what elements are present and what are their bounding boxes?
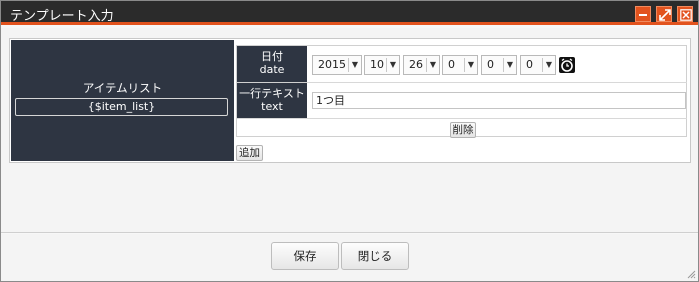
- text-label-jp: 一行テキスト: [239, 87, 305, 100]
- date-header: 日付 date: [237, 46, 307, 82]
- minimize-icon[interactable]: [635, 6, 651, 22]
- month-select[interactable]: 10 ▼: [364, 55, 400, 75]
- row-divider: [307, 82, 687, 83]
- item-list-label: アイテムリスト: [82, 81, 163, 95]
- hour-select[interactable]: 0 ▼: [442, 55, 478, 75]
- date-label-jp: 日付: [261, 50, 283, 63]
- template-input-dialog: テンプレート入力 アイテムリスト {$item_list} 日付 date 一行…: [0, 0, 699, 282]
- close-icon[interactable]: [677, 6, 693, 22]
- chevron-down-icon: ▼: [545, 60, 552, 69]
- item-list-variable: {$item_list}: [15, 98, 228, 116]
- chevron-down-icon: ▼: [506, 60, 513, 69]
- day-value: 26: [409, 58, 423, 71]
- maximize-icon[interactable]: [656, 6, 672, 22]
- template-table: アイテムリスト {$item_list} 日付 date 一行テキスト text…: [9, 38, 691, 163]
- text-field[interactable]: 1つ目: [312, 92, 686, 109]
- clock-icon[interactable]: [559, 57, 575, 73]
- day-select[interactable]: 26 ▼: [403, 55, 440, 75]
- chevron-down-icon: ▼: [351, 60, 358, 69]
- month-value: 10: [370, 58, 384, 71]
- delete-button[interactable]: 削除: [450, 122, 476, 138]
- text-label-en: text: [261, 100, 283, 113]
- item-list-table: 日付 date 一行テキスト text 2015 ▼ 10 ▼ 26 ▼ 0 ▼…: [236, 45, 687, 138]
- year-select[interactable]: 2015 ▼: [312, 55, 362, 75]
- resize-grip-icon[interactable]: [686, 269, 696, 279]
- dialog-body: アイテムリスト {$item_list} 日付 date 一行テキスト text…: [1, 28, 698, 233]
- second-select[interactable]: 0 ▼: [520, 55, 556, 75]
- year-value: 2015: [318, 58, 346, 71]
- window-title: テンプレート入力: [10, 9, 114, 24]
- close-button[interactable]: 閉じる: [341, 242, 409, 270]
- second-value: 0: [526, 58, 533, 71]
- dialog-footer: 保存 閉じる: [1, 234, 698, 281]
- text-header: 一行テキスト text: [237, 82, 307, 118]
- hour-value: 0: [448, 58, 455, 71]
- save-button[interactable]: 保存: [271, 242, 339, 270]
- chevron-down-icon: ▼: [467, 60, 474, 69]
- item-list-header-cell: アイテムリスト {$item_list}: [11, 40, 234, 161]
- minute-value: 0: [487, 58, 494, 71]
- add-button[interactable]: 追加: [236, 145, 263, 161]
- minute-select[interactable]: 0 ▼: [481, 55, 517, 75]
- chevron-down-icon: ▼: [429, 60, 436, 69]
- chevron-down-icon: ▼: [389, 60, 396, 69]
- title-bar[interactable]: テンプレート入力: [1, 1, 698, 25]
- date-label-en: date: [259, 63, 285, 76]
- row-divider: [237, 118, 687, 119]
